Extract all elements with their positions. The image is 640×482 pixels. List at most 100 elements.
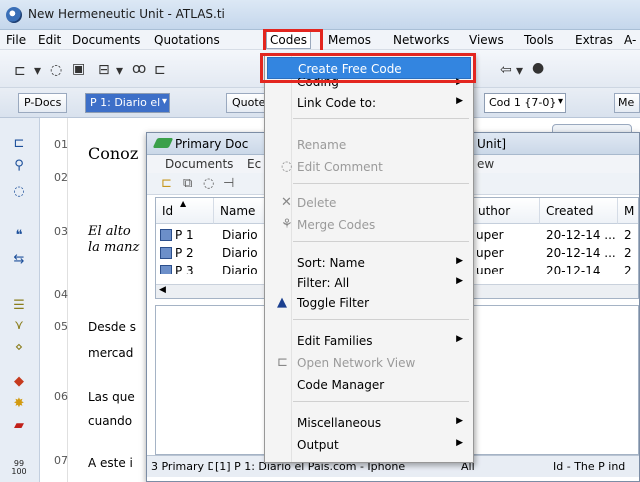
network-arrow-icon[interactable]: ⇦	[500, 63, 512, 77]
comment-icon[interactable]: ◌	[9, 184, 29, 200]
primary-doc-menu-view[interactable]: ew	[477, 157, 494, 171]
column-header-label: Id	[162, 204, 174, 218]
scroll-left-icon[interactable]: ◀	[159, 285, 166, 295]
column-header-id[interactable]: Id ▲	[156, 198, 214, 224]
left-vertical-toolbar: ⊏ ⚲ ◌ ❝ ⇆ ☰ ⋎ ⋄ ◆ ✸ ▰ 99 100	[0, 118, 40, 482]
menu-item-output[interactable]: Output ▶	[267, 434, 471, 456]
delete-icon: ✕	[281, 195, 292, 210]
tool-icon[interactable]: ⊏	[154, 63, 166, 77]
menu-item-coding[interactable]: Coding ▶	[267, 78, 471, 92]
dropdown-arrow-icon[interactable]: ▾	[34, 64, 41, 78]
menu-memos[interactable]: Memos	[328, 33, 371, 47]
menu-item-edit-comment[interactable]: ◌ Edit Comment	[267, 156, 471, 178]
menu-item-label: Code Manager	[297, 378, 385, 392]
menu-item-edit-families[interactable]: Edit Families ▶	[267, 330, 471, 352]
column-header-modified[interactable]: M	[618, 198, 638, 224]
submenu-arrow-icon: ▶	[456, 416, 463, 426]
bomb-icon[interactable]: ●	[532, 61, 544, 75]
tool-icon[interactable]: ⊣	[223, 176, 234, 191]
add-document-icon[interactable]: ⊏	[14, 64, 26, 78]
new-document-icon[interactable]: ⊏	[161, 176, 172, 191]
search-icon[interactable]: ⚲	[9, 158, 29, 174]
menu-file[interactable]: File	[6, 33, 26, 47]
menu-item-merge-codes[interactable]: ⚘ Merge Codes	[267, 214, 471, 236]
menu-item-delete[interactable]: ✕ Delete	[267, 192, 471, 214]
comment-icon[interactable]: ◌	[50, 63, 62, 77]
line-number: 07	[54, 454, 68, 467]
menu-item-label: Delete	[297, 196, 337, 210]
menu-networks[interactable]: Networks	[393, 33, 449, 47]
menu-quotations[interactable]: Quotations	[154, 33, 220, 47]
submenu-arrow-icon: ▶	[456, 96, 463, 106]
pdocs-button[interactable]: P-Docs	[18, 93, 68, 113]
primary-doc-window-title-suffix: Unit]	[477, 137, 507, 151]
primary-doc-menu-documents[interactable]: Documents	[165, 157, 233, 171]
code-list-icon[interactable]: ☰	[9, 298, 29, 314]
diamond-icon[interactable]: ◆	[9, 374, 29, 390]
menu-tools[interactable]: Tools	[524, 33, 554, 47]
menu-codes[interactable]: Codes	[266, 31, 311, 49]
pdoc-selector[interactable]: P 1: Diario el ▾	[85, 93, 170, 113]
row-name: Diario	[222, 264, 258, 274]
code-tree-icon[interactable]: ⋄	[9, 340, 29, 356]
column-header-author[interactable]: uthor	[472, 198, 540, 224]
menu-extras[interactable]: Extras	[575, 33, 613, 47]
sort-ascending-icon: ▲	[180, 199, 187, 208]
menu-documents[interactable]: Documents	[72, 33, 140, 47]
menu-item-sort-name[interactable]: Sort: Name ▶	[267, 252, 471, 274]
line-number: 02	[54, 171, 68, 184]
menu-bar: File Edit Documents Quotations Codes Mem…	[0, 30, 640, 50]
status-sort-info: Id - The P ind	[553, 460, 626, 473]
network-icon: ⊏	[277, 355, 288, 370]
menu-item-filter-all[interactable]: Filter: All ▶	[267, 272, 471, 294]
link-icon[interactable]: ⇆	[9, 252, 29, 268]
dropdown-arrow-icon[interactable]: ▾	[516, 64, 523, 78]
menu-item-rename[interactable]: Rename	[267, 134, 471, 156]
line-number-gutter: 01 02 03 04 05 06 07	[40, 118, 68, 482]
menu-edit[interactable]: Edit	[38, 33, 61, 47]
menu-item-link-code-to[interactable]: Link Code to: ▶	[267, 92, 471, 114]
menu-item-label: Toggle Filter	[297, 296, 370, 310]
table-row[interactable]: P 3	[160, 264, 194, 274]
menu-separator	[293, 241, 469, 242]
quote-icon[interactable]: ❝	[9, 228, 29, 244]
document-text-line: Conoz	[88, 144, 139, 163]
copy-icon[interactable]: ⧉	[183, 176, 192, 191]
column-header-created[interactable]: Created	[540, 198, 618, 224]
menu-a[interactable]: A-	[624, 33, 636, 47]
layout-icon[interactable]: ⊟	[98, 63, 110, 77]
search-binoculars-icon[interactable]: ꝏ	[132, 62, 146, 76]
row-author: uper	[476, 228, 504, 242]
save-icon[interactable]: ▣	[72, 62, 85, 76]
code-selector[interactable]: Cod 1 {7-0} ▾	[484, 93, 566, 113]
row-modified: 2	[624, 246, 632, 260]
menu-separator	[293, 118, 469, 119]
menu-item-label: Edit Comment	[297, 160, 383, 174]
row-id: P 2	[175, 246, 194, 260]
comment-icon[interactable]: ◌	[203, 176, 214, 191]
menu-item-create-free-code[interactable]: Create Free Code	[267, 57, 471, 79]
menu-views[interactable]: Views	[469, 33, 504, 47]
document-text-line: mercad	[88, 346, 134, 360]
document-text-line: El alto	[88, 224, 131, 239]
menu-item-open-network-view[interactable]: ⊏ Open Network View	[267, 352, 471, 374]
menu-item-label: Merge Codes	[297, 218, 376, 232]
gear-code-icon[interactable]: ✸	[9, 396, 29, 412]
line-number: 01	[54, 138, 68, 151]
document-icon[interactable]: ⊏	[9, 136, 29, 152]
code-selector-value: Cod 1 {7-0}	[489, 96, 557, 109]
eraser-icon[interactable]: ▰	[9, 418, 29, 434]
dropdown-arrow-icon[interactable]: ▾	[116, 64, 123, 78]
word-document-icon	[160, 229, 172, 241]
pdoc-selector-value: P 1: Diario el	[90, 96, 161, 109]
menu-item-toggle-filter[interactable]: ▲ Toggle Filter	[267, 292, 471, 314]
row-id: P 3	[175, 264, 194, 274]
menu-item-miscellaneous[interactable]: Miscellaneous ▶	[267, 412, 471, 434]
menu-item-code-manager[interactable]: Code Manager	[267, 374, 471, 396]
table-row[interactable]: P 2	[160, 246, 194, 260]
primary-doc-menu-edit[interactable]: Ec	[247, 157, 261, 171]
filter-code-icon[interactable]: ⋎	[9, 318, 29, 334]
window-title: New Hermeneutic Unit - ATLAS.ti	[28, 7, 225, 21]
table-row[interactable]: P 1	[160, 228, 194, 242]
memos-button[interactable]: Me	[614, 93, 640, 113]
